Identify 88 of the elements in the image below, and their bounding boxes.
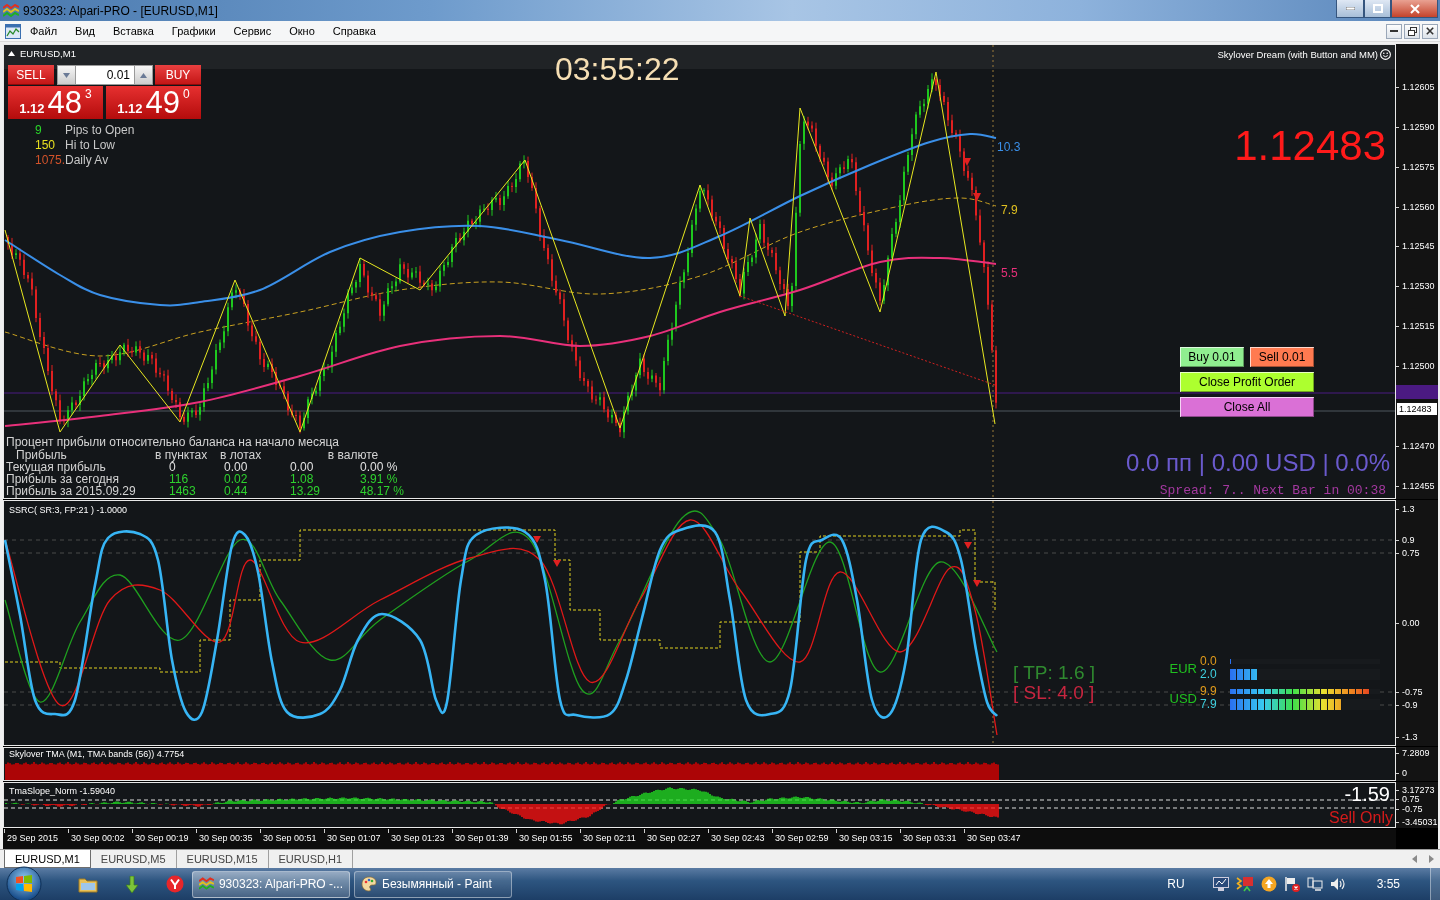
time-label: 30 Sep 00:51 [263, 833, 317, 843]
axis-label: -0.75 [1402, 804, 1423, 814]
monitor-icon[interactable] [1212, 876, 1229, 892]
time-label: 30 Sep 03:47 [967, 833, 1021, 843]
time-label: 30 Sep 01:39 [455, 833, 509, 843]
window-title: 930323: Alpari-PRO - [EURUSD,M1] [23, 3, 219, 18]
chart-lines-icon [3, 3, 19, 18]
axis-label: -0.9 [1402, 700, 1418, 710]
time-label: 30 Sep 03:15 [839, 833, 893, 843]
chart-window-icon [5, 23, 21, 39]
start-button[interactable] [4, 868, 44, 900]
minimize-icon [1390, 30, 1398, 32]
time-label: 30 Sep 02:11 [583, 833, 636, 843]
time-label: 30 Sep 03:31 [903, 833, 957, 843]
show-desktop-button[interactable] [1430, 868, 1440, 900]
close-icon [1426, 27, 1434, 35]
minimize-button[interactable] [1336, 0, 1364, 18]
minimize-icon [1345, 7, 1355, 10]
language-indicator[interactable]: RU [1167, 877, 1185, 891]
time-label: 30 Sep 01:55 [519, 833, 573, 843]
axis-label: 0 [1402, 768, 1407, 778]
time-label: 30 Sep 02:43 [711, 833, 765, 843]
indicator-title: Skylover TMA (M1, TMA bands (56)) 4.7754 [9, 749, 185, 760]
start-orb-icon [6, 866, 42, 900]
time-label: 30 Sep 00:02 [71, 833, 125, 843]
axis-label: 1.3 [1402, 504, 1415, 514]
axis-label: 0.00 [1402, 618, 1420, 628]
palette-icon [361, 876, 377, 892]
scroll-right-icon[interactable] [1429, 855, 1434, 863]
network-icon[interactable] [1306, 876, 1323, 892]
time-label: 30 Sep 02:59 [775, 833, 829, 843]
price-tag-icon [1396, 385, 1438, 399]
time-label: 29 Sep 2015 [7, 833, 59, 843]
axis-label: 1.12590 [1402, 122, 1435, 132]
slope-value: -1.59 [1344, 783, 1390, 805]
close-button[interactable] [1391, 0, 1438, 18]
axis-label: 1.12500 [1402, 361, 1435, 371]
axis-label: 1.12560 [1402, 202, 1435, 212]
restore-icon [1407, 26, 1417, 36]
chart-tab[interactable]: EURUSD,M1 [4, 850, 91, 868]
axis-label: 0.75 [1402, 794, 1420, 804]
close-icon [1409, 3, 1420, 14]
time-label: 30 Sep 01:07 [327, 833, 381, 843]
axis-label: 7.2809 [1402, 748, 1430, 758]
axis-label: 1.12455 [1402, 481, 1435, 491]
folder-icon[interactable] [78, 875, 98, 893]
menu-item[interactable]: Вид [66, 25, 104, 37]
menu-item[interactable]: Графики [162, 25, 225, 37]
scroll-left-icon[interactable] [1412, 855, 1417, 863]
axis-label: 0.9 [1402, 535, 1415, 545]
time-label: 30 Sep 02:27 [647, 833, 701, 843]
upload-circle-icon[interactable] [1260, 876, 1277, 892]
maximize-icon [1372, 4, 1383, 13]
menu-item[interactable]: Сервис [224, 25, 281, 37]
time-label: 30 Sep 00:19 [135, 833, 189, 843]
axis-label: 0.75 [1402, 548, 1420, 558]
menu-item[interactable]: Вставка [103, 25, 163, 37]
axis-label: 1.12530 [1402, 281, 1435, 291]
current-price-label: 1.12483 [1397, 403, 1437, 415]
taskbar-button[interactable]: Безымянный - Paint [354, 870, 512, 898]
taskbar-button[interactable]: 930323: Alpari-PRO -... [192, 870, 350, 898]
close-button[interactable] [1422, 23, 1438, 39]
axis-label: 3.17273 [1402, 785, 1435, 795]
minimize-button[interactable] [1386, 23, 1402, 39]
axis-label: 1.12515 [1402, 321, 1435, 331]
flag-icon[interactable] [1283, 876, 1300, 892]
download-arrow-icon[interactable] [126, 875, 138, 893]
time-label: 30 Sep 01:23 [391, 833, 445, 843]
time-label: 30 Sep 00:35 [199, 833, 253, 843]
indicator-title: TmaSlope_Norm -1.59040 [9, 786, 116, 797]
axis-label: 1.12470 [1402, 441, 1435, 451]
menu-item[interactable]: Справка [323, 25, 385, 37]
restore-button[interactable] [1404, 23, 1420, 39]
axis-label: 1.12575 [1402, 162, 1435, 172]
axis-label: -0.75 [1402, 687, 1423, 697]
maximize-button[interactable] [1364, 0, 1391, 18]
axis-label: 1.12605 [1402, 82, 1435, 92]
alert-tray-icon[interactable] [1235, 876, 1254, 892]
axis-label: -1.3 [1402, 732, 1418, 742]
signal-text: Sell Only [1328, 809, 1393, 827]
browser-logo-icon[interactable] [166, 875, 184, 893]
speaker-icon[interactable] [1329, 877, 1346, 891]
menu-item[interactable]: Файл [21, 25, 67, 37]
chart-lines-icon [199, 877, 214, 891]
menu-item[interactable]: Окно [280, 25, 324, 37]
axis-label: 1.12545 [1402, 241, 1435, 251]
clock-text: 3:55 [1376, 877, 1400, 891]
axis-label: -3.45031 [1402, 817, 1438, 827]
